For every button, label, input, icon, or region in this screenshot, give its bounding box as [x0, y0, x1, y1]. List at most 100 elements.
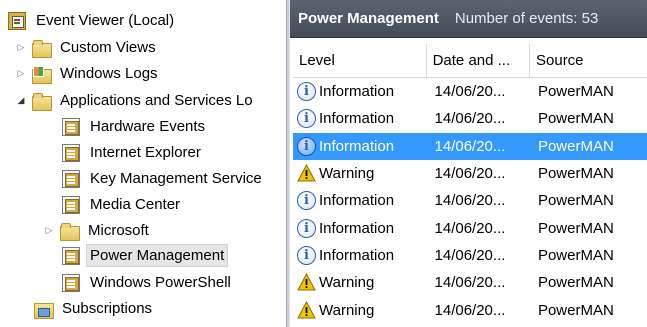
event-log-icon [62, 195, 80, 214]
tree-node-applications-and-services[interactable]: ◢ Applications and Services Lo [14, 88, 257, 113]
cell-source: PowerMAN [537, 83, 614, 101]
tree-node-windows-powershell[interactable]: Windows PowerShell [62, 270, 235, 295]
level-text: Warning [319, 165, 375, 183]
panel-header: Power Management Number of events: 53 [290, 0, 647, 38]
tree-node-windows-logs[interactable]: ▷ Windows Logs [14, 61, 162, 86]
expand-arrow-icon[interactable]: ▷ [14, 67, 28, 81]
cell-level: Information [293, 82, 427, 102]
tree-node-subscriptions[interactable]: Subscriptions [34, 296, 156, 321]
tree-label: Applications and Services Lo [60, 92, 253, 109]
cell-source: PowerMAN [537, 219, 614, 237]
tree-label: Windows Logs [60, 65, 158, 82]
cell-date: 14/06/20... [434, 165, 506, 183]
cell-source: PowerMAN [537, 137, 614, 155]
level-text: Information [319, 137, 395, 155]
cell-level: Information [293, 191, 427, 211]
information-icon [297, 136, 316, 156]
column-header-date[interactable]: Date and ... [427, 44, 530, 77]
event-count: Number of events: 53 [454, 10, 599, 27]
tree-node-internet-explorer[interactable]: Internet Explorer [62, 140, 205, 165]
table-row[interactable]: Information 14/06/20... PowerMAN [293, 242, 647, 269]
events-pane: Power Management Number of events: 53 Le… [290, 0, 647, 327]
tree-node-power-management[interactable]: Power Management [62, 243, 229, 268]
folder-icon [32, 39, 52, 58]
subscriptions-icon [34, 300, 54, 319]
expand-arrow-icon[interactable]: ▷ [14, 41, 28, 55]
cell-date: 14/06/20... [434, 301, 506, 319]
cell-level: Warning [293, 273, 427, 292]
warning-icon [297, 273, 316, 292]
tree-node-event-viewer-local[interactable]: Event Viewer (Local) [8, 8, 178, 33]
warning-icon [297, 164, 316, 183]
cell-source: PowerMAN [537, 110, 614, 128]
information-icon [297, 218, 316, 238]
cell-level: Information [293, 109, 427, 129]
grid-rows: Information 14/06/20... PowerMAN Informatio… [293, 78, 647, 324]
cell-source: PowerMAN [537, 274, 614, 292]
tree-node-hardware-events[interactable]: Hardware Events [62, 114, 209, 139]
information-icon [297, 109, 316, 129]
cell-date: 14/06/20... [434, 137, 506, 155]
table-row[interactable]: Warning 14/06/20... PowerMAN [293, 269, 647, 296]
cell-date: 14/06/20... [434, 110, 506, 128]
event-log-icon [62, 117, 80, 136]
tree-label: Media Center [90, 196, 181, 213]
tree-label: Hardware Events [90, 118, 206, 135]
cell-level: Information [293, 245, 427, 265]
event-viewer-window: Event Viewer (Local) ▷ Custom Views ▷ Wi… [0, 0, 647, 327]
tree-label: Key Management Service [90, 170, 262, 187]
tree-label: Custom Views [60, 39, 156, 56]
warning-icon [297, 300, 316, 320]
table-row[interactable]: Information 14/06/20... PowerMAN [293, 187, 647, 214]
level-text: Information [319, 83, 395, 101]
tree-node-key-management-service[interactable]: Key Management Service [62, 166, 266, 191]
level-text: Warning [319, 301, 375, 319]
tree-label: Internet Explorer [90, 144, 201, 161]
column-header-source[interactable]: Source [530, 44, 647, 77]
cell-source: PowerMAN [537, 192, 614, 210]
event-log-icon [62, 246, 80, 265]
cell-date: 14/06/20... [434, 192, 506, 210]
folder-icon [32, 92, 52, 111]
cell-source: PowerMAN [537, 246, 614, 264]
event-log-icon [62, 143, 80, 162]
table-row[interactable]: Warning 14/06/20... PowerMAN [293, 160, 647, 187]
information-icon [297, 245, 316, 265]
cell-date: 14/06/20... [434, 274, 506, 292]
cell-date: 14/06/20... [434, 246, 506, 264]
level-text: Information [319, 192, 395, 210]
tree-node-custom-views[interactable]: ▷ Custom Views [14, 35, 160, 60]
tree-label: Microsoft [88, 222, 149, 239]
level-text: Information [319, 219, 395, 237]
expand-arrow-icon[interactable]: ▷ [42, 224, 56, 238]
table-row[interactable]: Warning 14/06/20... PowerMAN [293, 296, 647, 323]
panel-title: Power Management [298, 10, 439, 27]
table-row[interactable]: Information 14/06/20... PowerMAN [293, 214, 647, 241]
cell-level: Information [293, 136, 427, 156]
level-text: Information [319, 246, 395, 264]
event-log-icon [62, 273, 80, 292]
level-text: Information [319, 110, 395, 128]
tree-label: Subscriptions [62, 300, 153, 317]
table-row[interactable]: Information 14/06/20... PowerMAN [293, 78, 647, 105]
column-header-level[interactable]: Level [293, 44, 427, 77]
tree-label: Windows PowerShell [90, 274, 231, 291]
windows-logs-folder-icon [32, 65, 52, 84]
cell-level: Warning [293, 300, 427, 320]
folder-icon [60, 222, 80, 241]
cell-source: PowerMAN [537, 301, 614, 319]
collapse-arrow-icon[interactable]: ◢ [14, 94, 28, 108]
level-text: Warning [319, 274, 375, 292]
navigation-tree: Event Viewer (Local) ▷ Custom Views ▷ Wi… [0, 0, 286, 327]
tree-label: Power Management [86, 244, 229, 267]
table-row[interactable]: Information 14/06/20... PowerMAN [293, 132, 647, 160]
information-icon [297, 82, 316, 102]
tree-node-media-center[interactable]: Media Center [62, 192, 184, 217]
event-log-icon [62, 169, 80, 188]
event-viewer-icon [8, 11, 26, 30]
table-row[interactable]: Information 14/06/20... PowerMAN [293, 105, 647, 132]
grid-header: Level Date and ... Source [293, 44, 647, 78]
cell-date: 14/06/20... [434, 219, 506, 237]
events-grid: Level Date and ... Source Information 14/… [293, 44, 647, 324]
tree-node-microsoft[interactable]: ▷ Microsoft [42, 218, 153, 243]
